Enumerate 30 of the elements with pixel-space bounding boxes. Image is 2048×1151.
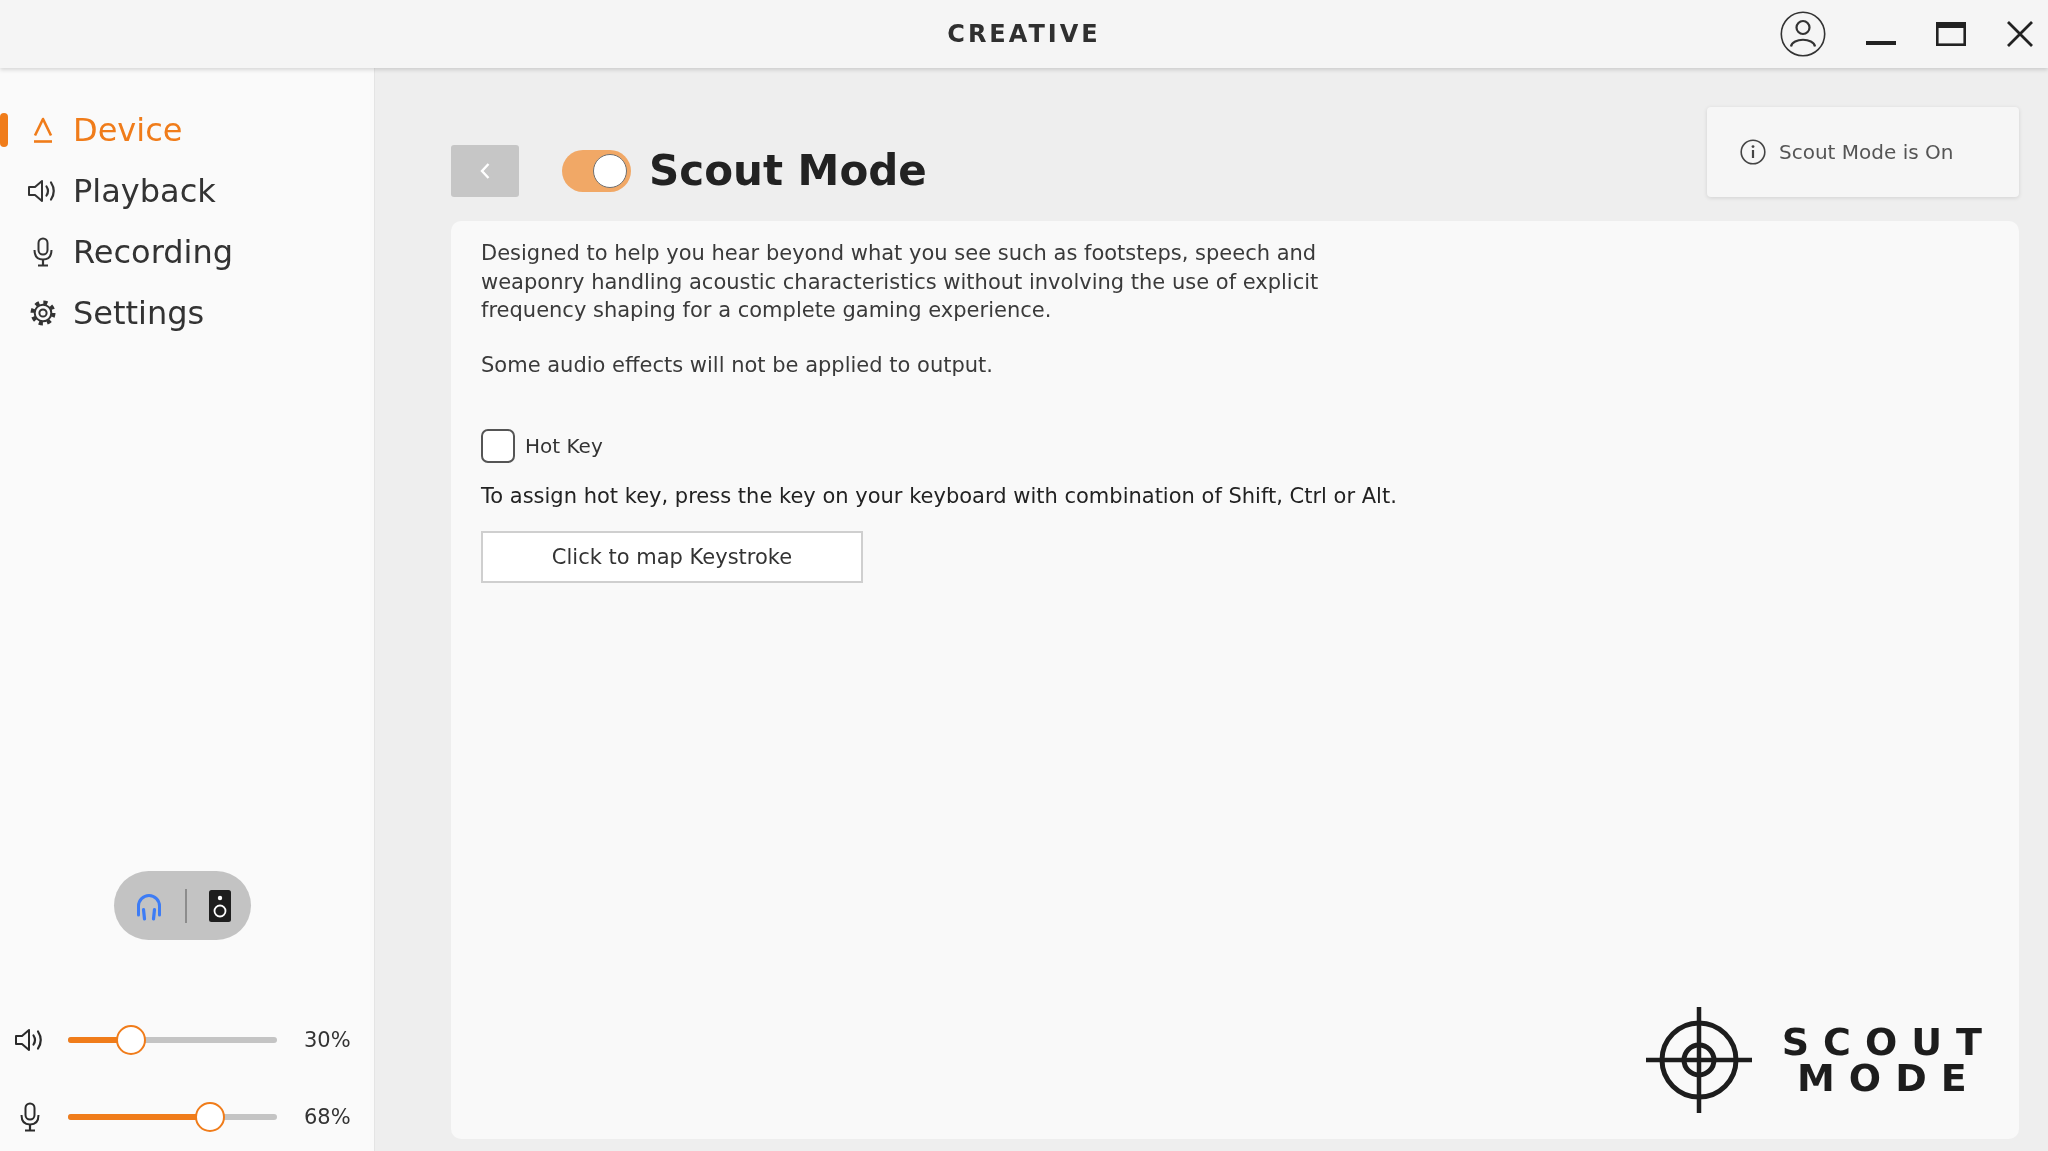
hot-key-checkbox[interactable] xyxy=(481,429,515,463)
map-keystroke-button[interactable]: Click to map Keystroke xyxy=(481,530,863,583)
brand-logo: CREATIVE xyxy=(947,19,1101,49)
status-text: Scout Mode is On xyxy=(1779,140,1954,164)
microphone-icon xyxy=(32,236,54,267)
slider-value: 68% xyxy=(304,1105,351,1129)
gear-icon xyxy=(29,298,57,327)
slider-thumb[interactable] xyxy=(195,1102,226,1132)
crosshair-icon xyxy=(1645,1007,1752,1113)
scout-mode-toggle[interactable] xyxy=(562,150,631,192)
logo-text: SCOUT xyxy=(1780,1024,1996,1060)
maximize-icon[interactable] xyxy=(1936,22,1966,46)
slider-value: 30% xyxy=(304,1028,351,1052)
slider-thumb[interactable] xyxy=(115,1025,146,1055)
chevron-left-icon xyxy=(479,162,491,180)
page-title: Scout Mode xyxy=(649,145,927,197)
microphone-icon xyxy=(19,1102,41,1132)
logo-text: MODE xyxy=(1796,1060,1981,1096)
info-icon xyxy=(1740,139,1766,165)
instruction-text: To assign hot key, press the key on your keyboard with combination of Shift, Ctrl or Alt. xyxy=(481,483,1397,510)
sidebar-item[interactable]: Recording xyxy=(0,221,374,282)
note-text: Some audio effects will not be applied to output. xyxy=(481,351,993,379)
close-icon[interactable] xyxy=(2006,20,2034,48)
description-text: Designed to help you hear beyond what you see such as footsteps, speech and weaponry handling acoustic characteristics without involving the use of explicit frequency shaping for a complete gaming experience. xyxy=(481,240,1320,324)
active-indicator xyxy=(0,112,8,147)
user-icon[interactable] xyxy=(1780,11,1826,57)
sidebar-item[interactable]: Playback xyxy=(0,160,374,221)
checkbox-label: Hot Key xyxy=(525,434,603,458)
sidebar-item[interactable]: Settings xyxy=(0,282,374,343)
speaker-box-icon[interactable] xyxy=(208,889,231,922)
